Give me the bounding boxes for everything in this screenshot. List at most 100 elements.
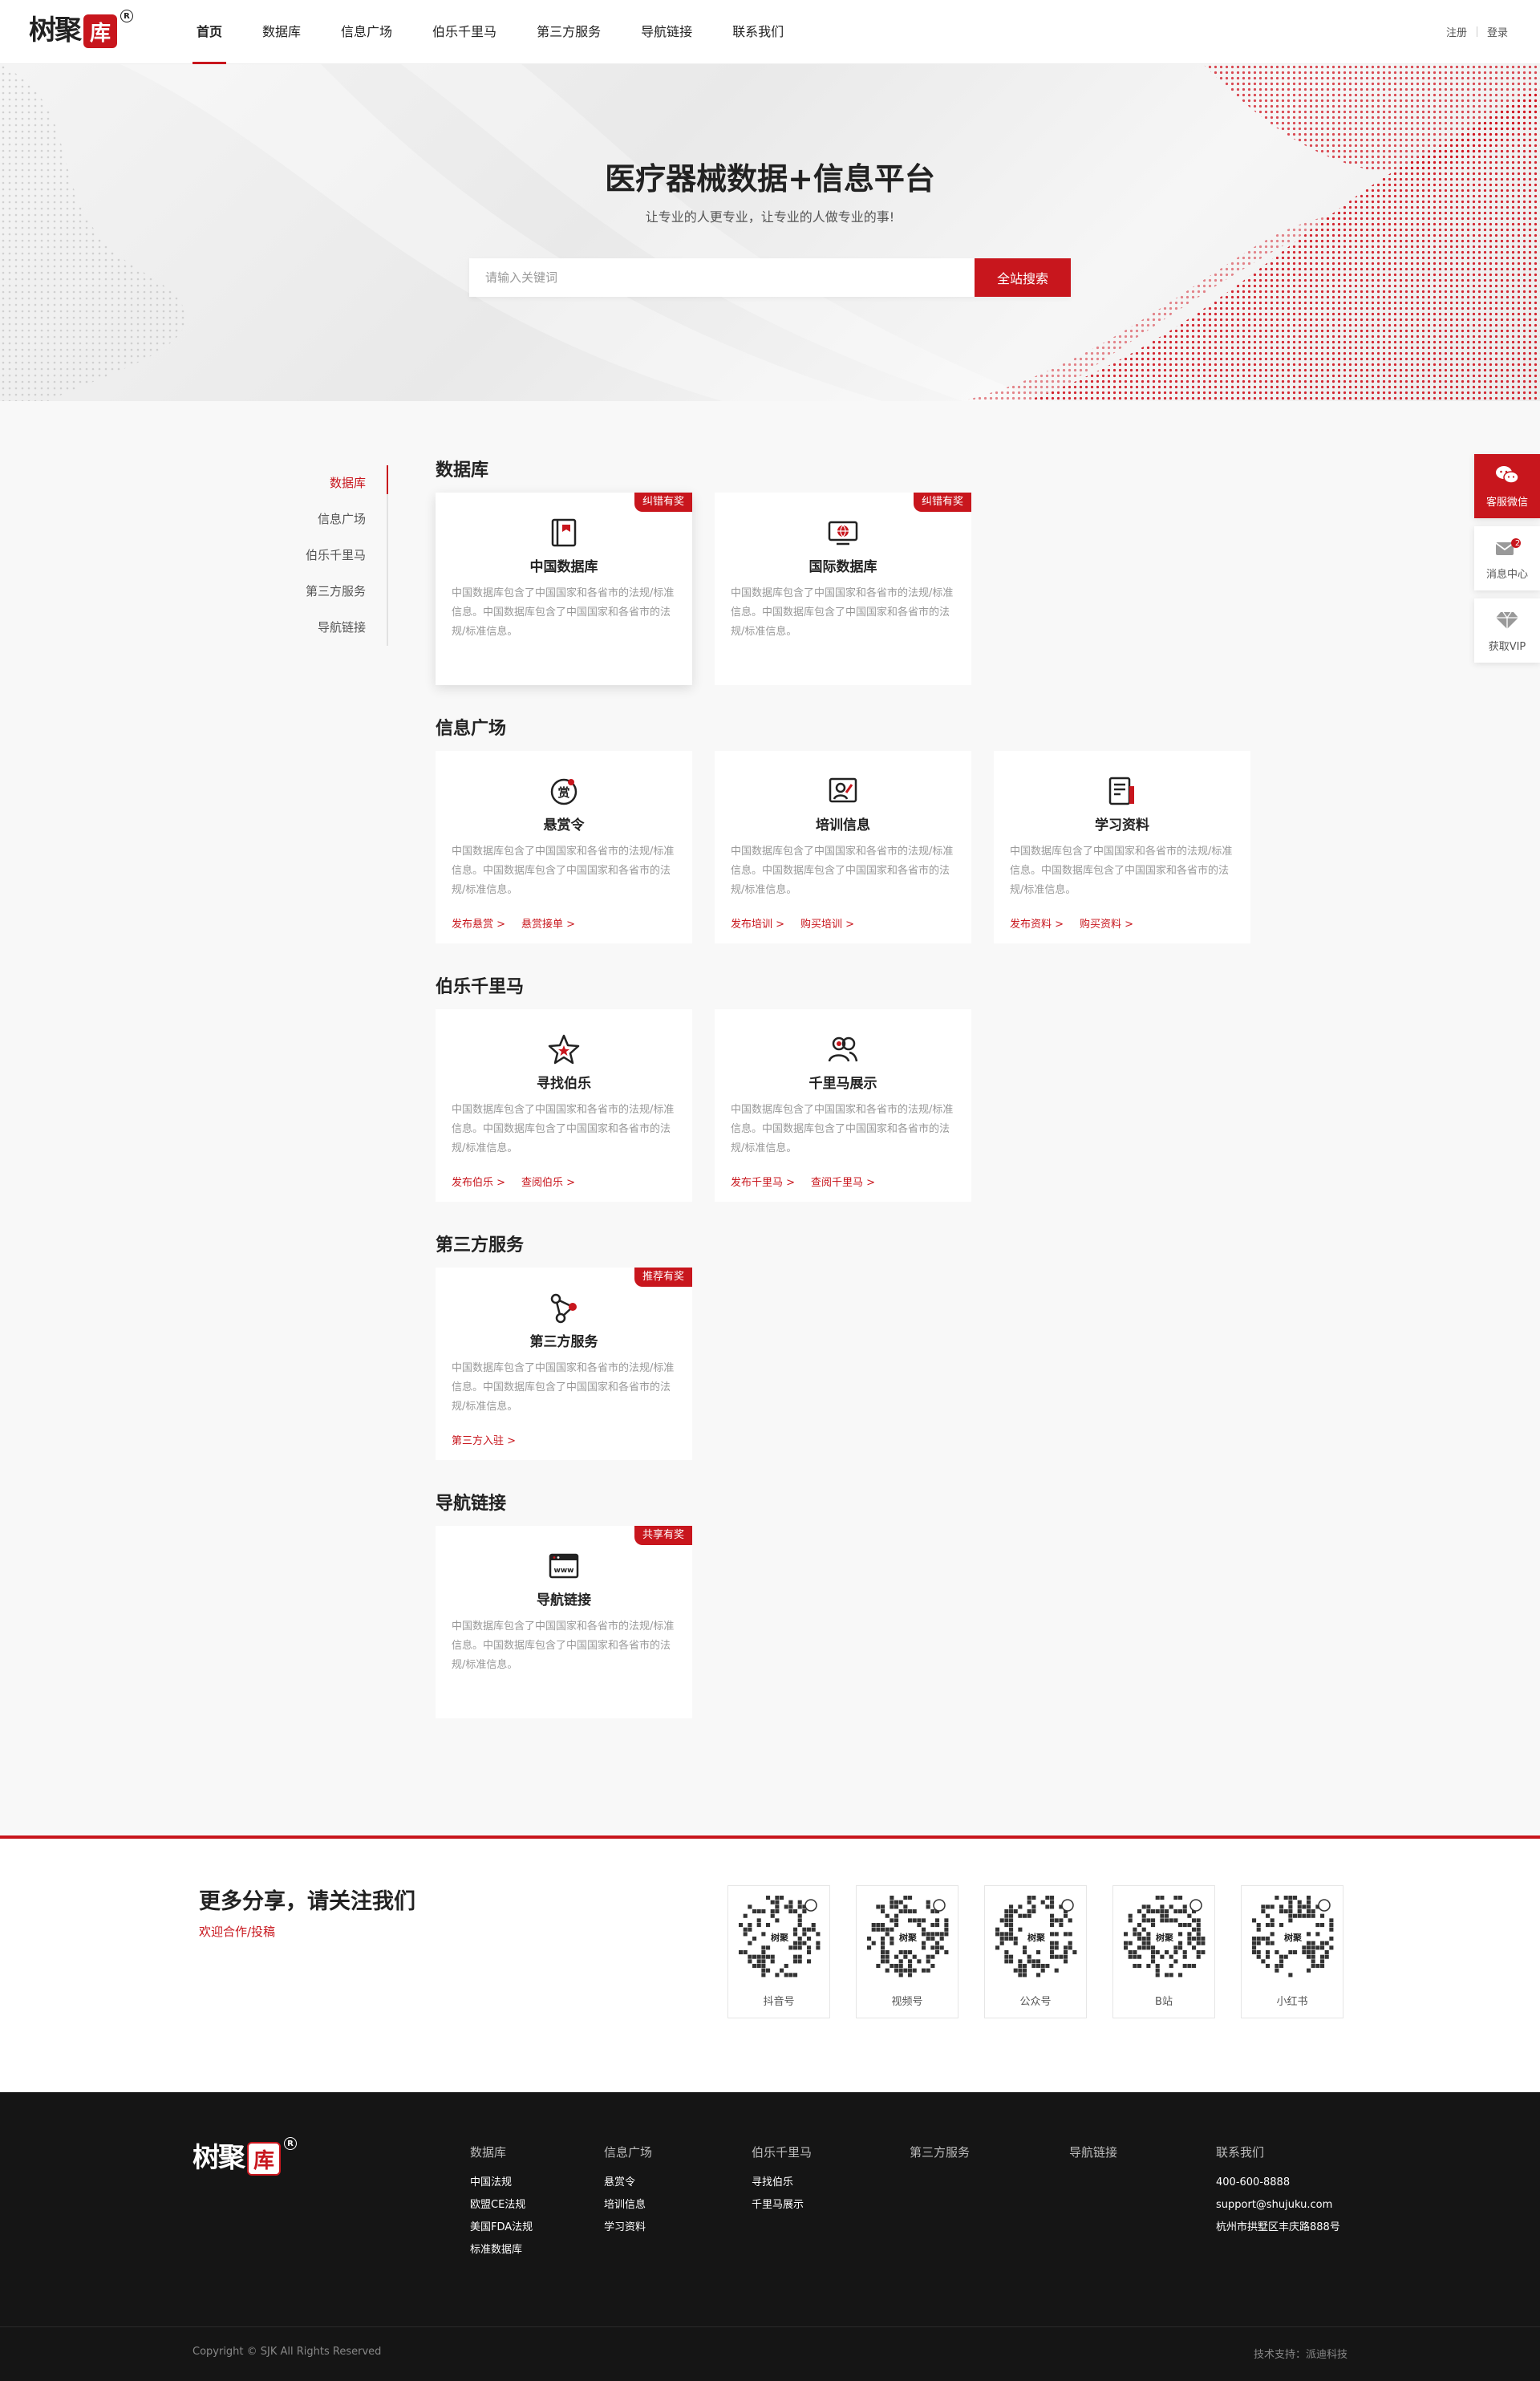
footer-link[interactable]: 培训信息 (604, 2194, 652, 2217)
users-icon (715, 1033, 971, 1067)
card-talent-showcase[interactable]: 千里马展示 中国数据库包含了中国国家和各省市的法规/标准信息。中国数据库包含了中… (715, 1009, 971, 1202)
float-label: 获取VIP (1488, 641, 1526, 653)
publish-reward-link[interactable]: 发布悬赏 > (452, 915, 505, 931)
footer-link[interactable]: 千里马展示 (752, 2194, 812, 2217)
sidebar-item-info-plaza[interactable]: 信息广场 (289, 501, 387, 537)
site-logo[interactable]: 树聚 库 R (29, 10, 133, 48)
footer-col-title[interactable]: 数据库 (470, 2144, 533, 2160)
card-description: 中国数据库包含了中国国家和各省市的法规/标准信息。中国数据库包含了中国国家和各省… (731, 846, 954, 896)
nav-info-plaza[interactable]: 信息广场 (321, 0, 412, 64)
auth-links: 注册 登录 (1446, 24, 1508, 39)
section-title: 导航链接 (436, 1494, 507, 1514)
register-link[interactable]: 注册 (1446, 24, 1467, 39)
footer-link[interactable]: 欧盟CE法规 (470, 2194, 533, 2217)
main-nav: 首页 数据库 信息广场 伯乐千里马 第三方服务 导航链接 联系我们 (176, 0, 804, 64)
nav-contact[interactable]: 联系我们 (712, 0, 804, 64)
footer-col-title[interactable]: 伯乐千里马 (752, 2144, 812, 2160)
logo-text: 树聚 (192, 2142, 245, 2174)
qr-bilibili[interactable]: 树聚 B站 (1112, 1885, 1215, 2018)
site-footer: 树聚 库 R 数据库 中国法规 欧盟CE法规 美国FDA法规 标准数据库 信息广… (0, 2092, 1540, 2381)
nav-database[interactable]: 数据库 (242, 0, 321, 64)
cooperation-link[interactable]: 欢迎合作/投稿 (199, 1923, 275, 1940)
nav-home[interactable]: 首页 (176, 0, 242, 64)
footer-col-contact: 联系我们 400-600-8888 support@shujuku.com 杭州… (1216, 2144, 1340, 2239)
card-nav-links[interactable]: 共享有奖 www 导航链接 中国数据库包含了中国国家和各省市的法规/标准信息。中… (436, 1526, 692, 1718)
footer-link[interactable]: 寻找伯乐 (752, 2172, 812, 2194)
hero-banner: 医疗器械数据+信息平台 让专业的人更专业，让专业的人做专业的事! 全站搜索 (0, 64, 1540, 401)
card-third-party[interactable]: 推荐有奖 第三方服务 中国数据库包含了中国国家和各省市的法规/标准信息。中国数据… (436, 1268, 692, 1460)
svg-text:树聚: 树聚 (1284, 1932, 1303, 1943)
card-reward[interactable]: 赏 悬赏令 中国数据库包含了中国国家和各省市的法规/标准信息。中国数据库包含了中… (436, 751, 692, 943)
nav-talent[interactable]: 伯乐千里马 (412, 0, 517, 64)
login-link[interactable]: 登录 (1487, 24, 1508, 39)
card-title: 第三方服务 (529, 1334, 598, 1350)
svg-text:树聚: 树聚 (771, 1932, 789, 1943)
qr-label: B站 (1155, 1996, 1173, 2008)
sidebar-item-talent[interactable]: 伯乐千里马 (289, 537, 387, 574)
logo-seal: 库 (247, 2142, 281, 2176)
nav-third-party[interactable]: 第三方服务 (517, 0, 621, 64)
hero-title: 医疗器械数据+信息平台 (605, 161, 935, 197)
card-training[interactable]: 培训信息 中国数据库包含了中国国家和各省市的法规/标准信息。中国数据库包含了中国… (715, 751, 971, 943)
footer-col-title[interactable]: 联系我们 (1216, 2144, 1340, 2160)
tech-support-text: 技术支持：派迪科技 (1253, 2349, 1348, 2361)
search-input[interactable] (469, 258, 975, 297)
svg-text:www: www (554, 1567, 574, 1575)
card-description: 中国数据库包含了中国国家和各省市的法规/标准信息。中国数据库包含了中国国家和各省… (452, 1104, 675, 1154)
footer-col-talent: 伯乐千里马 寻找伯乐 千里马展示 (752, 2144, 812, 2217)
hero-subtitle: 让专业的人更专业，让专业的人做专业的事! (645, 209, 895, 225)
diamond-icon (1474, 610, 1540, 631)
float-get-vip[interactable]: 获取VIP (1474, 598, 1540, 663)
take-reward-link[interactable]: 悬赏接单 > (521, 915, 575, 931)
third-party-join-link[interactable]: 第三方入驻 > (452, 1432, 516, 1447)
footer-col-links: 导航链接 (1069, 2144, 1117, 2172)
float-message-center[interactable]: 2 消息中心 (1474, 526, 1540, 590)
footer-link[interactable]: 悬赏令 (604, 2172, 652, 2194)
registered-mark-icon: R (284, 2137, 297, 2150)
sidebar-item-links[interactable]: 导航链接 (289, 610, 387, 646)
footer-link[interactable]: 美国FDA法规 (470, 2217, 533, 2239)
site-search-button[interactable]: 全站搜索 (975, 258, 1071, 297)
section-title: 第三方服务 (436, 1235, 525, 1255)
svg-text:树聚: 树聚 (899, 1932, 918, 1943)
sidebar-item-database[interactable]: 数据库 (289, 465, 388, 501)
message-count-badge: 2 (1514, 539, 1521, 548)
card-materials[interactable]: 学习资料 中国数据库包含了中国国家和各省市的法规/标准信息。中国数据库包含了中国… (994, 751, 1250, 943)
card-title: 寻找伯乐 (537, 1076, 591, 1092)
card-intl-database[interactable]: 纠错有奖 国际数据库 中国数据库包含了中国国家和各省市的法规/标准信息。中国数据… (715, 493, 971, 685)
nav-links[interactable]: 导航链接 (621, 0, 712, 64)
float-wechat-service[interactable]: 客服微信 (1474, 454, 1540, 518)
follow-us-section: 更多分享，请关注我们 欢迎合作/投稿 树聚 抖音号 树聚 视频号 树聚 公众号 树聚 B… (0, 1839, 1540, 2092)
view-mentor-link[interactable]: 查阅伯乐 > (521, 1174, 575, 1189)
card-china-database[interactable]: 纠错有奖 中国数据库 中国数据库包含了中国国家和各省市的法规/标准信息。中国数据… (436, 493, 692, 685)
reward-icon: 赏 (436, 775, 692, 809)
publish-training-link[interactable]: 发布培训 > (731, 915, 784, 931)
qr-xiaohongshu[interactable]: 树聚 小红书 (1241, 1885, 1343, 2018)
publish-talent-link[interactable]: 发布千里马 > (731, 1174, 795, 1189)
buy-material-link[interactable]: 购买资料 > (1080, 915, 1133, 931)
card-find-mentor[interactable]: 寻找伯乐 中国数据库包含了中国国家和各省市的法规/标准信息。中国数据库包含了中国… (436, 1009, 692, 1202)
search-bar: 全站搜索 (469, 258, 1071, 297)
logo-seal: 库 (83, 14, 117, 48)
footer-link[interactable]: 中国法规 (470, 2172, 533, 2194)
footer-col-title[interactable]: 第三方服务 (910, 2144, 970, 2160)
footer-col-title[interactable]: 信息广场 (604, 2144, 652, 2160)
qr-label: 小红书 (1276, 1996, 1308, 2008)
footer-logo[interactable]: 树聚 库 R (192, 2137, 297, 2176)
section-title: 伯乐千里马 (436, 977, 525, 997)
contact-email[interactable]: support@shujuku.com (1216, 2194, 1340, 2217)
contact-address: 杭州市拱墅区丰庆路888号 (1216, 2221, 1340, 2233)
view-talent-link[interactable]: 查阅千里马 > (811, 1174, 875, 1189)
buy-training-link[interactable]: 购买培训 > (800, 915, 854, 931)
sidebar-item-third-party[interactable]: 第三方服务 (289, 574, 387, 610)
footer-col-title[interactable]: 导航链接 (1069, 2144, 1117, 2160)
publish-mentor-link[interactable]: 发布伯乐 > (452, 1174, 505, 1189)
logo-text: 树聚 (29, 14, 82, 47)
footer-link[interactable]: 标准数据库 (470, 2239, 533, 2261)
publish-material-link[interactable]: 发布资料 > (1010, 915, 1064, 931)
qr-video[interactable]: 树聚 视频号 (856, 1885, 958, 2018)
qr-douyin[interactable]: 树聚 抖音号 (727, 1885, 830, 2018)
card-title: 培训信息 (816, 817, 870, 834)
qr-official-account[interactable]: 树聚 公众号 (984, 1885, 1087, 2018)
footer-link[interactable]: 学习资料 (604, 2217, 652, 2239)
